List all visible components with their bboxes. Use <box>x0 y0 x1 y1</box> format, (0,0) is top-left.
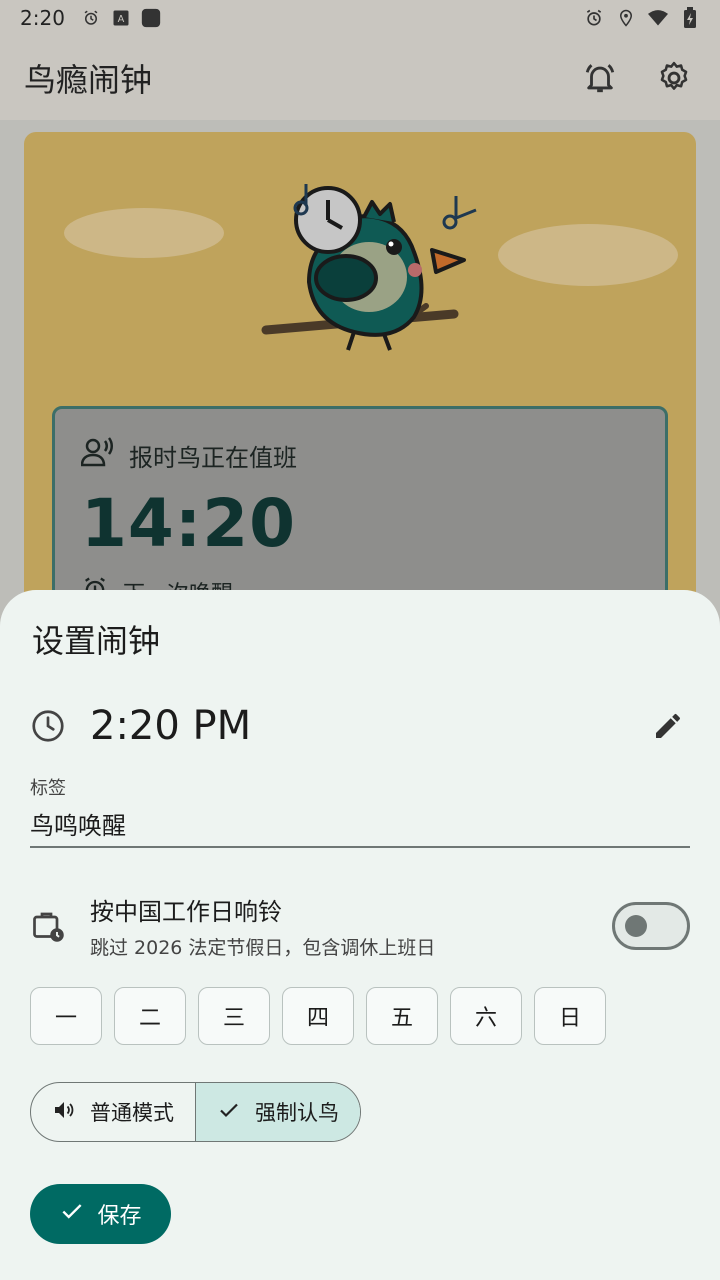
font-icon: A <box>111 8 131 28</box>
check-icon <box>59 1198 85 1230</box>
workday-ring-title: 按中国工作日响铃 <box>90 898 282 926</box>
label-caption: 标签 <box>30 778 66 799</box>
time-picker-row[interactable]: 2:20 PM <box>30 696 690 756</box>
label-input[interactable]: 鸟鸣唤醒 <box>30 806 690 841</box>
wifi-icon <box>648 8 668 28</box>
toggle-knob <box>625 915 647 937</box>
work-schedule-icon <box>30 908 66 944</box>
duty-status-text: 报时鸟正在值班 <box>129 443 297 472</box>
weekday-chip-fri[interactable]: 五 <box>366 987 438 1045</box>
svg-text:A: A <box>118 14 125 25</box>
bird-illustration <box>261 184 477 351</box>
edit-pencil-icon[interactable] <box>646 704 690 748</box>
normal-mode-label: 普通模式 <box>90 1101 174 1125</box>
weekday-chip-tue[interactable]: 二 <box>114 987 186 1045</box>
label-field[interactable]: 标签 鸟鸣唤醒 <box>30 774 690 848</box>
alarm-icon <box>584 8 604 28</box>
weekday-chip-wed[interactable]: 三 <box>198 987 270 1045</box>
save-label: 保存 <box>97 1203 142 1228</box>
force-bird-mode-label: 强制认鸟 <box>255 1101 339 1125</box>
force-bird-mode-option[interactable]: 强制认鸟 <box>196 1083 360 1141</box>
weekday-chip-sun[interactable]: 日 <box>534 987 606 1045</box>
check-icon <box>217 1098 241 1127</box>
app-bar: 鸟瘾闹钟 <box>0 36 720 120</box>
location-icon <box>616 8 636 28</box>
status-time: 2:20 <box>20 6 65 30</box>
mode-segmented-button: 普通模式 强制认鸟 <box>30 1082 361 1142</box>
cloud-shape <box>64 208 224 258</box>
sheet-title: 设置闹钟 <box>32 622 161 660</box>
workday-ring-toggle[interactable] <box>612 902 690 950</box>
current-time-display: 14:20 <box>81 485 297 562</box>
alarm-icon <box>81 8 101 28</box>
weekday-chip-mon[interactable]: 一 <box>30 987 102 1045</box>
normal-mode-option[interactable]: 普通模式 <box>31 1083 196 1141</box>
weekday-chip-thu[interactable]: 四 <box>282 987 354 1045</box>
battery-charging-icon <box>680 7 700 28</box>
settings-icon[interactable] <box>652 56 696 100</box>
workday-ring-row[interactable]: 按中国工作日响铃 跳过 2026 法定节假日，包含调休上班日 <box>30 894 690 959</box>
app-icon <box>141 8 161 28</box>
app-title: 鸟瘾闹钟 <box>24 61 153 99</box>
weekday-chip-sat[interactable]: 六 <box>450 987 522 1045</box>
speaking-person-icon <box>80 437 115 473</box>
bell-icon[interactable] <box>578 56 622 100</box>
volume-icon <box>52 1098 76 1127</box>
save-button[interactable]: 保存 <box>30 1184 171 1244</box>
weekday-selector: 一 二 三 四 五 六 日 <box>30 987 606 1045</box>
clock-icon <box>30 708 66 744</box>
cloud-shape <box>498 224 678 286</box>
status-bar: 2:20 A <box>0 0 720 36</box>
alarm-time-value: 2:20 PM <box>90 703 252 749</box>
workday-ring-subtitle: 跳过 2026 法定节假日，包含调休上班日 <box>90 937 436 959</box>
alarm-settings-sheet: 设置闹钟 2:20 PM 标签 鸟鸣唤醒 按中国工作日响铃 跳过 2026 法定… <box>0 590 720 1280</box>
